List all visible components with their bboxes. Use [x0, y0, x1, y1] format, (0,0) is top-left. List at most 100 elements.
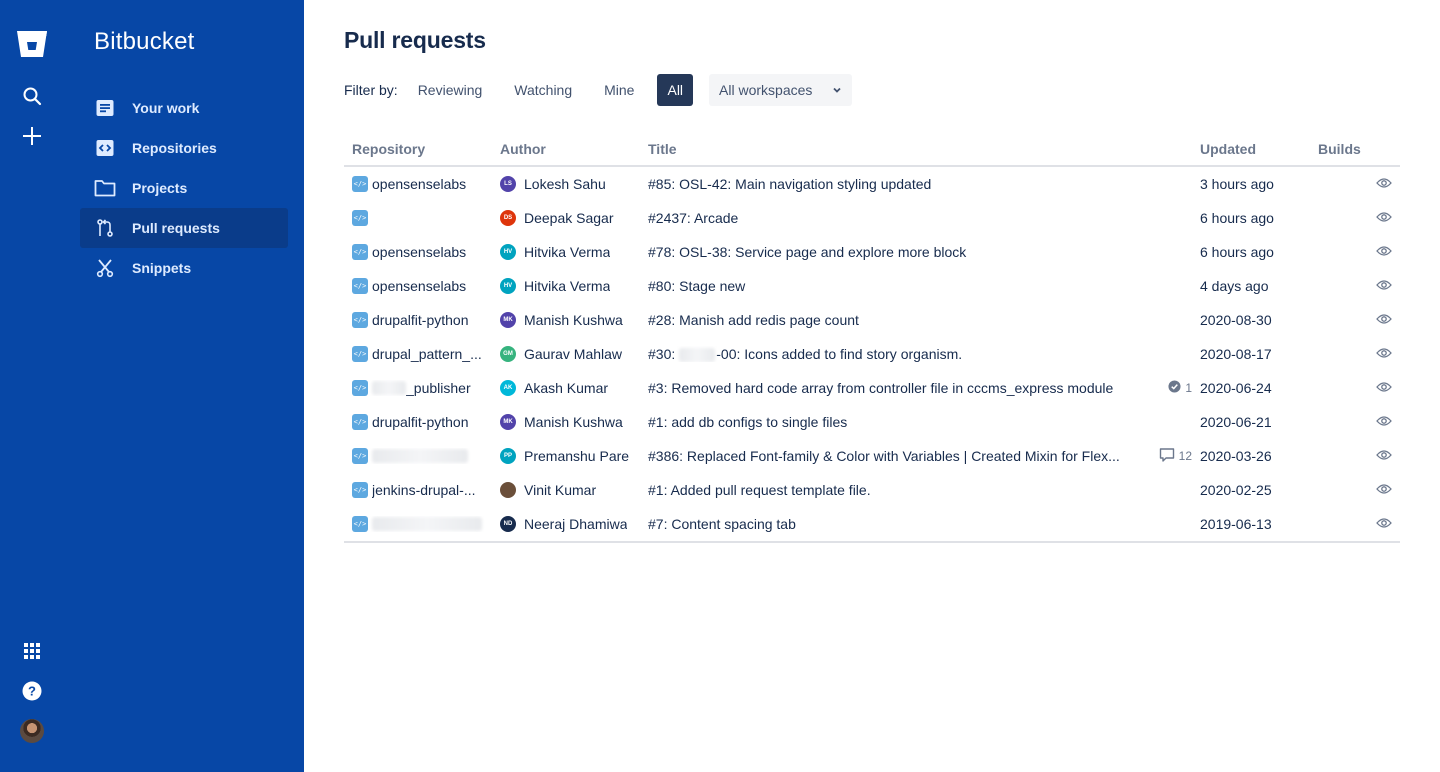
table-row[interactable]: </> PP Premanshu Pare #386: Replaced Font-f… — [344, 439, 1400, 473]
watch-eye-icon[interactable] — [1376, 210, 1392, 226]
author-avatar: PP — [500, 448, 516, 464]
table-body: </> opensenselabs LS Lokesh Sahu #85: OSL-42… — [344, 167, 1400, 541]
pull-request-title[interactable]: #85: OSL-42: Main navigation styling upd… — [648, 176, 1192, 192]
watch-eye-icon[interactable] — [1376, 380, 1392, 396]
title-cell[interactable]: #30: -00: Icons added to find story organ… — [640, 345, 1192, 363]
title-cell[interactable]: #78: OSL-38: Service page and explore mo… — [640, 244, 1192, 260]
repository-cell[interactable]: </> drupal_pattern_... — [344, 346, 492, 362]
avatar[interactable] — [16, 715, 48, 747]
table-row[interactable]: </> jenkins-drupal-... Vinit Kumar #1: Adde… — [344, 473, 1400, 507]
title-cell[interactable]: #80: Stage new — [640, 278, 1192, 294]
pull-request-title[interactable]: #1: Added pull request template file. — [648, 482, 1192, 498]
folder-icon — [94, 177, 116, 199]
author-name: Lokesh Sahu — [524, 176, 606, 192]
title-cell[interactable]: #1: add db configs to single files — [640, 414, 1192, 430]
author-name: Premanshu Pare — [524, 448, 630, 464]
watch-eye-icon[interactable] — [1376, 482, 1392, 498]
title-cell[interactable]: #1: Added pull request template file. — [640, 482, 1192, 498]
watch-eye-icon[interactable] — [1376, 312, 1392, 328]
plus-icon[interactable] — [16, 120, 48, 152]
title-cell[interactable]: #28: Manish add redis page count — [640, 312, 1192, 328]
table-row[interactable]: </> drupal_pattern_... GM Gaurav Mahlaw #30:… — [344, 337, 1400, 371]
watch-eye-icon[interactable] — [1376, 448, 1392, 464]
filter-all-button[interactable]: All — [657, 74, 694, 106]
sidebar-item-projects[interactable]: Projects — [80, 168, 288, 208]
table-header: Repository Author Title Updated Builds — [344, 141, 1400, 167]
author-name: Manish Kushwa — [524, 414, 623, 430]
table-row[interactable]: </> _publisher AK Akash Kumar #3: Removed ha… — [344, 371, 1400, 405]
pull-request-title[interactable]: #1: add db configs to single files — [648, 414, 1192, 430]
search-icon[interactable] — [16, 80, 48, 112]
help-icon[interactable]: ? — [16, 675, 48, 707]
author-avatar: LS — [500, 176, 516, 192]
bitbucket-logo-icon[interactable] — [16, 28, 48, 60]
table-row[interactable]: </> opensenselabs HV Hitvika Verma #80: Stag… — [344, 269, 1400, 303]
filter-mine-button[interactable]: Mine — [595, 74, 643, 106]
repository-cell[interactable]: </> opensenselabs — [344, 176, 492, 192]
table-row[interactable]: </> opensenselabs LS Lokesh Sahu #85: OSL-42… — [344, 167, 1400, 201]
author-name: Hitvika Verma — [524, 244, 611, 260]
pull-request-title[interactable]: #78: OSL-38: Service page and explore mo… — [648, 244, 1192, 260]
table-row[interactable]: </> opensenselabs HV Hitvika Verma #78: OSL-… — [344, 235, 1400, 269]
filter-bar: Filter by: Reviewing Watching Mine All A… — [344, 74, 853, 106]
repository-cell[interactable]: </> — [344, 448, 492, 464]
watch-eye-icon[interactable] — [1376, 516, 1392, 532]
column-header-updated[interactable]: Updated — [1192, 141, 1310, 165]
title-cell[interactable]: #2437: Arcade — [640, 210, 1192, 226]
pull-request-title[interactable]: #30: -00: Icons added to find story organ… — [648, 345, 1192, 363]
pull-request-title[interactable]: #28: Manish add redis page count — [648, 312, 1192, 328]
author-name: Neeraj Dhamiwa — [524, 516, 628, 532]
builds-cell — [1310, 346, 1400, 362]
watch-eye-icon[interactable] — [1376, 278, 1392, 294]
pull-request-title[interactable]: #7: Content spacing tab — [648, 516, 1192, 532]
pull-request-icon — [94, 217, 116, 239]
table-row[interactable]: </> DS Deepak Sagar #2437: Arcade 6 hours ag… — [344, 201, 1400, 235]
pull-request-title[interactable]: #386: Replaced Font-family & Color with … — [648, 448, 1145, 464]
column-header-repository[interactable]: Repository — [344, 141, 492, 165]
sidebar-item-pull-requests[interactable]: Pull requests — [80, 208, 288, 248]
repository-cell[interactable]: </> drupalfit-python — [344, 312, 492, 328]
app-switcher-icon[interactable] — [16, 635, 48, 667]
repository-cell[interactable]: </> drupalfit-python — [344, 414, 492, 430]
watch-eye-icon[interactable] — [1376, 414, 1392, 430]
filter-reviewing-button[interactable]: Reviewing — [409, 74, 492, 106]
filter-watching-button[interactable]: Watching — [505, 74, 581, 106]
watch-eye-icon[interactable] — [1376, 176, 1392, 192]
pull-request-title-text: -00: Icons added to find story organism. — [716, 345, 963, 362]
repository-cell[interactable]: </> jenkins-drupal-... — [344, 482, 492, 498]
sidebar-item-snippets[interactable]: Snippets — [80, 248, 288, 288]
watch-eye-icon[interactable] — [1376, 244, 1392, 260]
table-row[interactable]: </> ND Neeraj Dhamiwa #7: Content spacing t… — [344, 507, 1400, 541]
workspace-select-value: All workspaces — [719, 82, 813, 98]
column-header-title[interactable]: Title — [640, 141, 1192, 165]
updated-cell: 2020-06-21 — [1200, 414, 1272, 430]
updated-cell: 6 hours ago — [1200, 210, 1274, 226]
pull-request-title[interactable]: #3: Removed hard code array from control… — [648, 380, 1154, 396]
table-row[interactable]: </> drupalfit-python MK Manish Kushwa #1: ad… — [344, 405, 1400, 439]
title-cell[interactable]: #85: OSL-42: Main navigation styling upd… — [640, 176, 1192, 192]
repository-cell[interactable]: </> opensenselabs — [344, 278, 492, 294]
author-avatar: AK — [500, 380, 516, 396]
sidebar-item-label: Repositories — [132, 140, 217, 156]
builds-cell — [1310, 176, 1400, 192]
repository-icon: </> — [352, 448, 368, 464]
title-cell[interactable]: #7: Content spacing tab — [640, 516, 1192, 532]
watch-eye-icon[interactable] — [1376, 346, 1392, 362]
title-cell[interactable]: #386: Replaced Font-family & Color with … — [640, 447, 1192, 466]
repository-cell[interactable]: </> — [344, 210, 492, 226]
pull-request-title[interactable]: #2437: Arcade — [648, 210, 1192, 226]
column-header-author[interactable]: Author — [492, 141, 640, 165]
sidebar-item-label: Snippets — [132, 260, 192, 276]
chevron-down-icon — [832, 82, 842, 98]
table-row[interactable]: </> drupalfit-python MK Manish Kushwa #28: M… — [344, 303, 1400, 337]
updated-cell: 2020-08-17 — [1200, 346, 1272, 362]
sidebar-item-your-work[interactable]: Your work — [80, 88, 288, 128]
repository-cell[interactable]: </> opensenselabs — [344, 244, 492, 260]
column-header-builds: Builds — [1318, 141, 1361, 157]
pull-request-title[interactable]: #80: Stage new — [648, 278, 1192, 294]
workspace-select[interactable]: All workspaces — [709, 74, 853, 106]
repository-cell[interactable]: </> — [344, 516, 492, 532]
repository-cell[interactable]: </> _publisher — [344, 380, 492, 396]
sidebar-item-repositories[interactable]: Repositories — [80, 128, 288, 168]
title-cell[interactable]: #3: Removed hard code array from control… — [640, 380, 1192, 396]
